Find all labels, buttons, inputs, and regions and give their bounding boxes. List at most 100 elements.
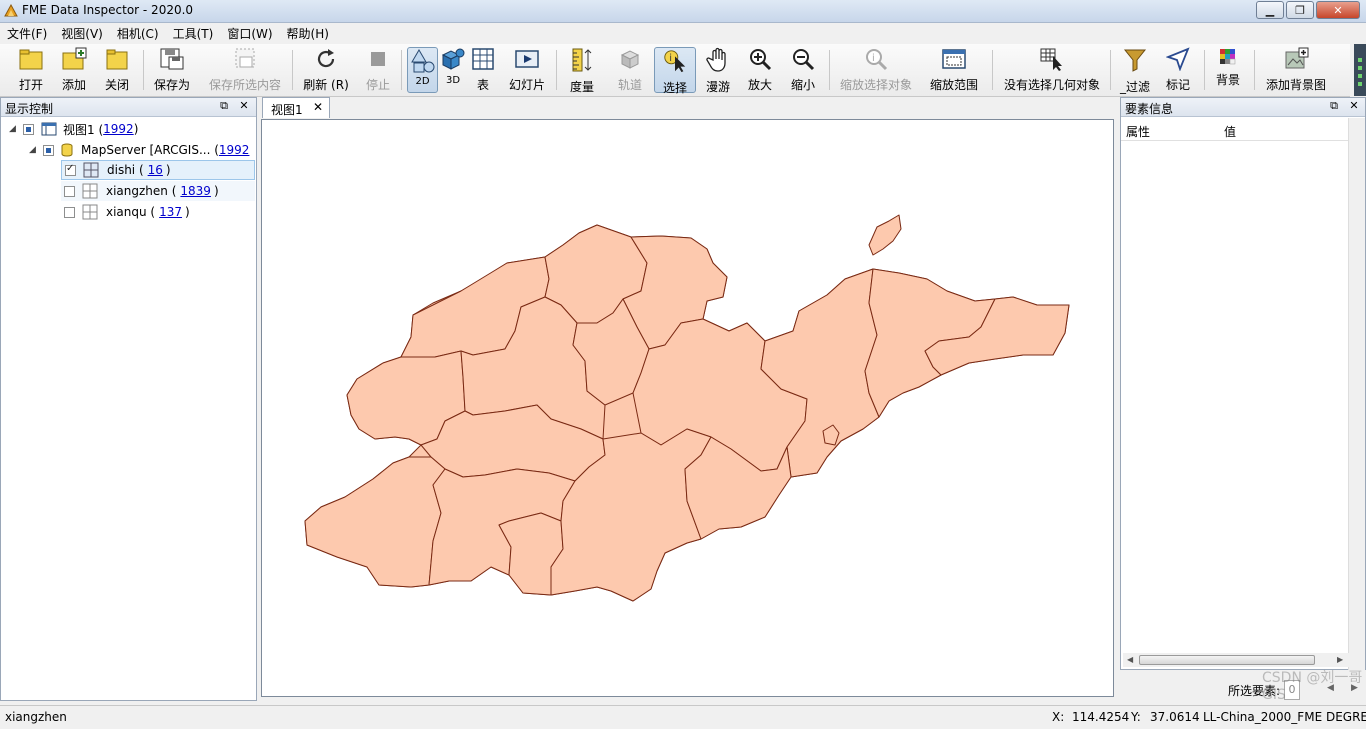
slideshow-button[interactable]: 幻灯片 <box>505 47 549 93</box>
filter-button[interactable]: _过滤 <box>1116 47 1154 94</box>
close-panel-icon[interactable]: ✕ <box>237 99 251 113</box>
tree-item-mapserver[interactable]: ◢ MapServer [ARCGIS... ( 1992 <box>29 140 249 160</box>
mapserver-visibility-checkbox[interactable] <box>43 144 54 156</box>
grid-pointer-icon <box>1040 48 1062 71</box>
select-button[interactable]: i 选择 <box>654 47 696 95</box>
menu-tools[interactable]: 工具(T) <box>166 23 221 43</box>
map-canvas[interactable] <box>261 119 1114 697</box>
close-tab-icon[interactable]: ✕ <box>313 100 323 114</box>
zoom-out-button[interactable]: 缩小 <box>786 47 820 93</box>
minimize-button[interactable]: ▁ <box>1256 1 1284 19</box>
collapse-triangle-icon[interactable]: ◢ <box>9 124 19 134</box>
folder-close-icon <box>106 49 128 70</box>
map-svg[interactable] <box>262 120 1113 696</box>
feature-info-panel: 要素信息 ⧉ ✕ 属性 值 ◀ ▶ <box>1120 97 1366 670</box>
tree-item-layer-xiangzhen[interactable]: xiangzhen ( 1839 ) <box>61 181 255 201</box>
scroll-right-icon[interactable]: ▶ <box>1337 655 1343 664</box>
refresh-button[interactable]: 刷新 (R) <box>302 47 350 93</box>
hand-pan-icon <box>706 47 726 72</box>
menu-view[interactable]: 视图(V) <box>54 23 110 43</box>
mark-arrow-icon <box>1166 47 1190 71</box>
mark-button[interactable]: 标记 <box>1160 47 1196 93</box>
title-bar: FME Data Inspector - 2020.0 ▁ ❐ ✕ <box>0 0 1366 23</box>
mode-3d-button[interactable]: 3D <box>439 47 467 93</box>
svg-text:i: i <box>872 53 875 64</box>
layer-grid-icon <box>83 162 99 178</box>
folder-open-icon <box>19 49 43 70</box>
tab-view1[interactable]: 视图1 ✕ <box>262 97 330 118</box>
close-panel-icon[interactable]: ✕ <box>1347 99 1361 113</box>
scroll-left-icon[interactable]: ◀ <box>1127 655 1133 664</box>
status-bar: xiangzhen X: 114.4254 Y: 37.0614 LL-Chin… <box>0 705 1366 729</box>
zoom-extent-icon <box>942 49 966 69</box>
collapse-triangle-icon[interactable]: ◢ <box>29 145 39 155</box>
ruler-icon <box>572 48 592 72</box>
stop-button[interactable]: 停止 <box>358 47 398 93</box>
add-button[interactable]: 添加 <box>53 47 95 93</box>
layer-xiangzhen-checkbox[interactable] <box>64 185 75 197</box>
zoom-extent-button[interactable]: 缩放范围 <box>926 47 982 93</box>
menu-window[interactable]: 窗口(W) <box>220 23 279 43</box>
table-grid-icon <box>472 48 494 70</box>
open-button[interactable]: 打开 <box>10 47 52 93</box>
view-feature-count[interactable]: 1992 <box>103 122 134 136</box>
shapes-3d-icon <box>441 48 465 70</box>
save-selected-button[interactable]: 保存所选内容 <box>205 47 285 93</box>
horizontal-scrollbar[interactable]: ◀ ▶ <box>1123 653 1349 667</box>
table-button[interactable]: 表 <box>469 47 497 93</box>
layer-grid-icon <box>82 204 98 220</box>
feature-table-header: 属性 值 <box>1121 120 1349 141</box>
layer-xiangzhen-count[interactable]: 1839 <box>180 184 211 198</box>
view-window-icon <box>41 122 57 136</box>
status-layer: xiangzhen <box>5 710 67 724</box>
layer-dishi-checkbox[interactable] <box>65 163 76 176</box>
save-selected-icon <box>235 48 255 68</box>
scroll-thumb[interactable] <box>1139 655 1315 665</box>
float-panel-icon[interactable]: ⧉ <box>1327 99 1341 113</box>
mapserver-feature-count[interactable]: 1992 <box>219 143 250 157</box>
save-as-button[interactable]: 保存为 <box>150 47 194 93</box>
menu-help[interactable]: 帮助(H) <box>280 23 336 43</box>
select-pointer-icon: i <box>664 50 686 73</box>
status-x-coordinate: 114.4254 <box>1072 710 1130 724</box>
side-strip <box>1354 44 1366 96</box>
layer-xianqu-checkbox[interactable] <box>64 206 75 218</box>
map-island[interactable] <box>868 214 902 256</box>
close-button[interactable]: 关闭 <box>96 47 138 93</box>
database-icon <box>61 143 73 157</box>
measure-button[interactable]: 度量 <box>565 47 599 94</box>
layer-xianqu-count[interactable]: 137 <box>159 205 182 219</box>
tree-item-layer-dishi[interactable]: dishi ( 16 ) <box>61 160 255 180</box>
tree-item-view[interactable]: ◢ 视图1 ( 1992 ) <box>9 119 138 139</box>
save-as-icon <box>160 48 184 70</box>
menu-file[interactable]: 文件(F) <box>0 23 54 43</box>
zoom-selected-button[interactable]: i 缩放选择对象 <box>836 47 916 93</box>
slideshow-icon <box>515 50 539 68</box>
pan-button[interactable]: 漫游 <box>700 47 736 94</box>
tree-item-layer-xianqu[interactable]: xianqu ( 137 ) <box>61 202 190 222</box>
menu-camera[interactable]: 相机(C) <box>110 23 166 43</box>
map-region[interactable] <box>304 456 446 588</box>
view-visibility-checkbox[interactable] <box>23 123 34 135</box>
filter-funnel-icon <box>1123 49 1147 72</box>
background-button[interactable]: 背景 <box>1208 47 1248 93</box>
close-window-button[interactable]: ✕ <box>1316 1 1360 19</box>
zoom-in-button[interactable]: 放大 <box>743 47 777 93</box>
orbit-button[interactable]: 轨道 <box>612 47 648 93</box>
layer-grid-icon <box>82 183 98 199</box>
refresh-icon <box>317 49 335 68</box>
zoom-selected-icon: i <box>866 49 888 71</box>
value-column-header[interactable]: 值 <box>1224 123 1236 140</box>
restore-button[interactable]: ❐ <box>1286 1 1314 19</box>
display-control-panel: 显示控制 ⧉ ✕ ◢ 视图1 ( 1992 ) ◢ MapServer [ARC… <box>0 97 257 701</box>
shapes-2d-icon <box>410 49 434 73</box>
attribute-column-header[interactable]: 属性 <box>1126 123 1150 140</box>
zoom-in-icon <box>750 49 772 71</box>
no-geometry-button[interactable]: 没有选择几何对象 <box>1000 47 1104 93</box>
mode-2d-button[interactable]: 2D <box>407 47 438 93</box>
folder-add-icon <box>62 47 87 70</box>
vertical-scrollbar[interactable] <box>1348 118 1365 670</box>
add-background-button[interactable]: 添加背景图 <box>1260 47 1332 93</box>
float-panel-icon[interactable]: ⧉ <box>217 99 231 113</box>
layer-dishi-count[interactable]: 16 <box>148 163 163 177</box>
